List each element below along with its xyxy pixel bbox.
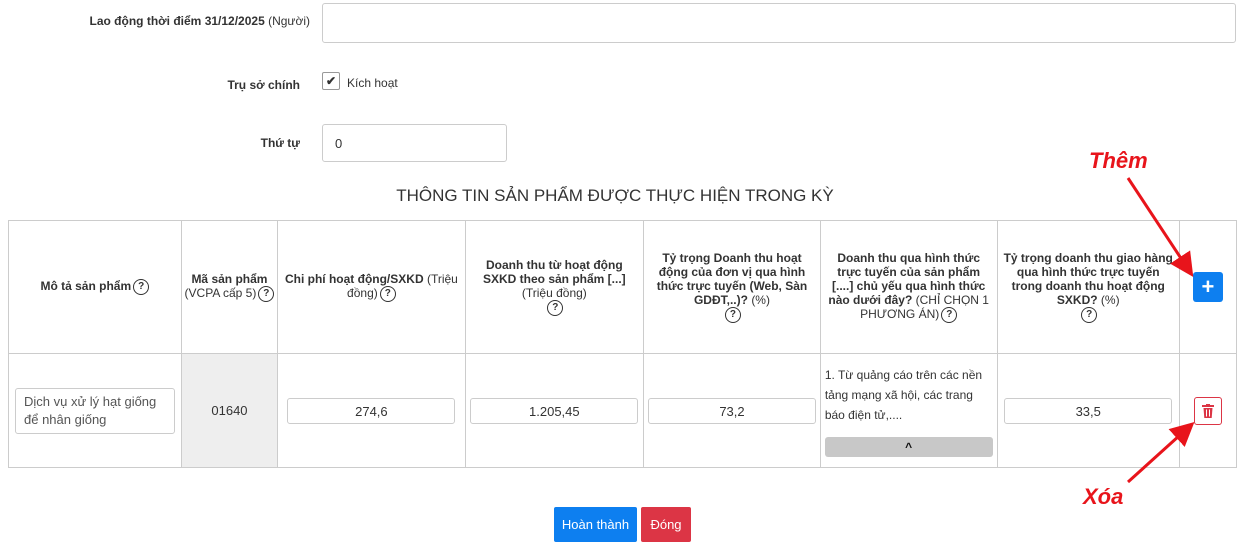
online-form-cell: 1. Từ quảng cáo trên các nền tảng mạng x… xyxy=(819,353,998,468)
add-annotation-label: Thêm xyxy=(1089,148,1148,173)
delivery-share-input[interactable]: 33,5 xyxy=(1004,397,1173,424)
help-icon[interactable]: ? xyxy=(258,286,275,302)
col-code: Mã sản phẩm (VCPA cấp 5)? xyxy=(180,220,279,354)
col-revenue: Doanh thu từ hoạt động SXKD theo sản phẩ… xyxy=(464,220,645,354)
chevron-up-icon: ^ xyxy=(905,439,913,454)
delete-row-button[interactable] xyxy=(1193,396,1222,425)
help-icon[interactable]: ? xyxy=(1081,307,1098,323)
section-title: THÔNG TIN SẢN PHẨM ĐƯỢC THỰC HIỆN TRONG … xyxy=(396,186,834,205)
plus-icon: + xyxy=(1201,274,1215,299)
trash-icon xyxy=(1201,403,1214,418)
help-icon[interactable]: ? xyxy=(941,307,958,323)
col-online-form: Doanh thu qua hình thức trực tuyến của s… xyxy=(819,220,998,354)
online-share-cell: 73,2 xyxy=(643,353,821,468)
order-label: Thứ tự xyxy=(260,136,300,150)
labor-input[interactable] xyxy=(322,3,1236,43)
cost-cell: 274,6 xyxy=(277,353,466,468)
products-table: Mô tả sản phẩm? Mã sản phẩm (VCPA cấp 5)… xyxy=(8,220,1237,468)
headquarters-checkbox-label: Kích hoạt xyxy=(347,76,398,90)
table-row: Dịch vụ xử lý hạt giống để nhân giống 01… xyxy=(8,353,1237,468)
help-icon[interactable]: ? xyxy=(379,286,396,302)
online-share-input[interactable]: 73,2 xyxy=(647,397,816,424)
table-header-row: Mô tả sản phẩm? Mã sản phẩm (VCPA cấp 5)… xyxy=(8,220,1237,354)
help-icon[interactable]: ? xyxy=(547,300,564,316)
help-icon[interactable]: ? xyxy=(724,307,741,323)
collapse-button[interactable]: ^ xyxy=(824,436,993,457)
col-description: Mô tả sản phẩm? xyxy=(8,220,182,354)
code-cell: 01640 xyxy=(180,353,279,468)
col-delivery-share: Tỷ trọng doanh thu giao hàng qua hình th… xyxy=(996,220,1180,354)
add-row-button[interactable]: + xyxy=(1192,272,1223,302)
col-actions: + xyxy=(1178,220,1237,354)
col-online-share: Tỷ trọng Doanh thu hoạt động của đơn vị … xyxy=(643,220,821,354)
headquarters-label: Trụ sở chính xyxy=(227,78,300,92)
product-code: 01640 xyxy=(211,403,248,418)
revenue-input[interactable]: 1.205,45 xyxy=(470,397,639,424)
close-button[interactable]: Đóng xyxy=(641,507,691,542)
headquarters-checkbox[interactable]: ✔ xyxy=(322,72,340,90)
order-input[interactable]: 0 xyxy=(322,124,507,162)
help-icon[interactable]: ? xyxy=(133,279,150,295)
online-form-option[interactable]: 1. Từ quảng cáo trên các nền tảng mạng x… xyxy=(825,365,993,433)
check-icon: ✔ xyxy=(325,74,337,88)
complete-button[interactable]: Hoàn thành xyxy=(554,507,637,542)
description-input[interactable]: Dịch vụ xử lý hạt giống để nhân giống xyxy=(15,387,175,434)
cost-input[interactable]: 274,6 xyxy=(287,397,456,424)
labor-label: Lao động thời điểm 31/12/2025 (Người) xyxy=(89,14,311,28)
row-actions-cell xyxy=(1178,353,1237,468)
delivery-share-cell: 33,5 xyxy=(996,353,1180,468)
description-cell: Dịch vụ xử lý hạt giống để nhân giống xyxy=(8,353,182,468)
col-cost: Chi phí hoạt động/SXKD (Triệu đồng)? xyxy=(277,220,466,354)
delete-annotation-label: Xóa xyxy=(1083,484,1124,509)
revenue-cell: 1.205,45 xyxy=(464,353,645,468)
